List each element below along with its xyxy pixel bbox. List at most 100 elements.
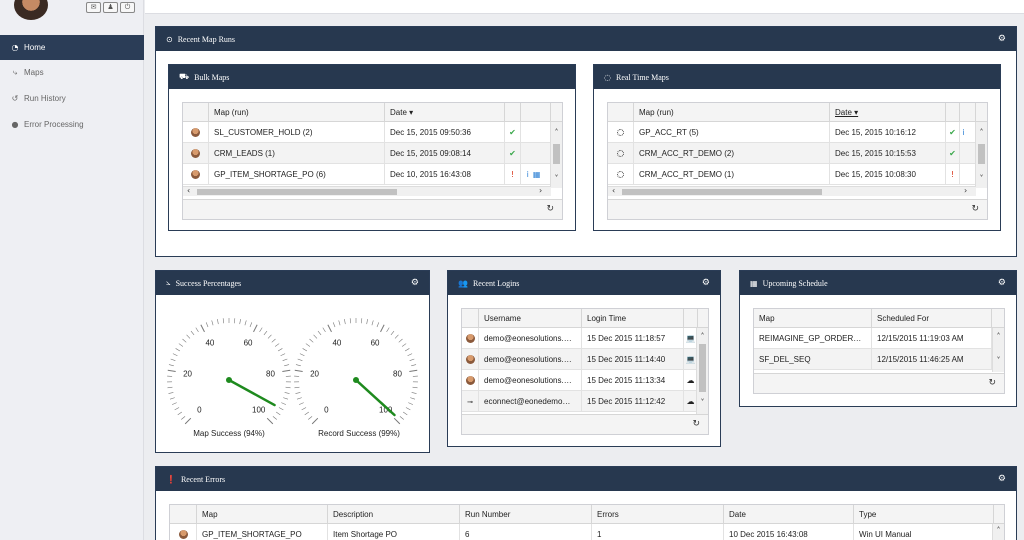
table-row[interactable]: demo@eonesolutions.… 15 Dec 2015 11:18:57… xyxy=(462,328,708,349)
gauge-tick xyxy=(402,411,408,416)
chevron-down-icon[interactable]: ˅ xyxy=(551,174,562,184)
user-icon[interactable]: ♟ xyxy=(103,2,118,13)
gauge-needle xyxy=(227,378,276,407)
success-check-icon[interactable]: ✔ xyxy=(946,143,960,163)
chevron-up-icon[interactable]: ˄ xyxy=(697,332,708,342)
column-header-login-time[interactable]: Login Time xyxy=(582,309,684,327)
gauge-tick xyxy=(175,348,181,352)
gear-icon[interactable]: ⚙ xyxy=(411,278,419,288)
spinner-icon xyxy=(608,164,634,184)
table-row[interactable]: demo@eonesolutions.… 15 Dec 2015 11:13:34… xyxy=(462,370,708,391)
refresh-icon[interactable]: ↻ xyxy=(546,204,554,214)
truck-icon: ⛟ xyxy=(179,72,190,81)
chevron-right-icon[interactable]: › xyxy=(964,186,967,195)
refresh-icon[interactable]: ↻ xyxy=(988,378,996,388)
scroll-thumb[interactable] xyxy=(553,144,560,164)
table-row[interactable]: SL_CUSTOMER_HOLD (2) Dec 15, 2015 09:50:3… xyxy=(183,122,562,143)
chevron-down-icon[interactable]: ˅ xyxy=(976,174,987,184)
sidebar-item-run-history[interactable]: ↺ Run History xyxy=(0,86,144,111)
error-alert-icon[interactable]: ! xyxy=(946,164,960,184)
table-row[interactable]: REIMAGINE_GP_ORDER… 12/15/2015 11:19:03 A… xyxy=(754,328,1004,349)
vertical-scrollbar[interactable]: ˄ ˅ xyxy=(975,122,987,188)
column-header-map[interactable]: Map (run) xyxy=(634,103,830,121)
gauge-tick xyxy=(380,324,385,333)
grid-icon[interactable]: ▦ xyxy=(533,170,541,179)
column-header-errors[interactable]: Errors xyxy=(592,505,724,523)
gauge-label-map-success: Map Success (94%) xyxy=(193,429,265,438)
vertical-scrollbar[interactable]: ˄ ˅ xyxy=(550,122,562,188)
user-avatar-icon xyxy=(183,143,209,163)
table-row[interactable]: SF_DEL_SEQ 12/15/2015 11:46:25 AM xyxy=(754,349,1004,370)
vertical-scrollbar[interactable]: ˄ xyxy=(992,524,1004,540)
column-header-description[interactable]: Description xyxy=(328,505,460,523)
user-avatar-icon xyxy=(462,349,479,369)
chevron-up-icon[interactable]: ˄ xyxy=(551,128,562,138)
chevron-right-icon[interactable]: › xyxy=(539,186,542,195)
sidebar-item-home[interactable]: ◔ Home xyxy=(0,35,144,60)
login-time-cell: 15 Dec 2015 11:13:34 xyxy=(582,370,684,390)
gear-icon[interactable]: ⚙ xyxy=(998,34,1006,44)
gear-icon[interactable]: ⚙ xyxy=(702,278,710,288)
map-name-cell: CRM_ACC_RT_DEMO (1) xyxy=(634,164,830,184)
gauge-tick xyxy=(313,334,318,339)
refresh-icon[interactable]: ↻ xyxy=(692,419,700,429)
info-icon[interactable]: i xyxy=(527,170,529,179)
envelope-icon[interactable]: ✉ xyxy=(86,2,101,13)
column-header-run-number[interactable]: Run Number xyxy=(460,505,592,523)
sidebar-item-error-processing[interactable]: ● Error Processing xyxy=(0,112,144,137)
column-header-scheduled-for[interactable]: Scheduled For xyxy=(872,309,992,327)
table-row[interactable]: CRM_LEADS (1) Dec 15, 2015 09:08:14 ✔ xyxy=(183,143,562,164)
gear-icon[interactable]: ⚙ xyxy=(998,474,1006,484)
gauge-tick xyxy=(409,369,418,373)
vertical-scrollbar[interactable]: ˄ ˅ xyxy=(696,328,708,414)
chevron-up-icon[interactable]: ˄ xyxy=(993,526,1004,536)
info-icon[interactable]: i xyxy=(962,128,964,137)
error-alert-icon[interactable]: ! xyxy=(505,164,521,184)
gauge-tick-label: 80 xyxy=(393,369,402,378)
gauge-tick xyxy=(366,319,368,325)
username-cell: demo@eonesolutions.… xyxy=(479,370,582,390)
scroll-thumb[interactable] xyxy=(699,344,706,392)
table-row[interactable]: GP_ITEM_SHORTAGE_PO (6) Dec 10, 2015 16:4… xyxy=(183,164,562,185)
table-row[interactable]: ⊸ econnect@eonedemo… 15 Dec 2015 11:12:42 ☁ xyxy=(462,391,708,412)
column-header-date[interactable]: Date ▾ xyxy=(385,103,505,121)
column-header-date[interactable]: Date ▾ xyxy=(830,103,946,121)
column-header-map[interactable]: Map xyxy=(754,309,872,327)
chevron-left-icon[interactable]: ‹ xyxy=(612,186,615,195)
gauge-tick xyxy=(295,364,301,367)
chevron-up-icon[interactable]: ˄ xyxy=(976,128,987,138)
table-row[interactable]: GP_ITEM_SHORTAGE_PO Item Shortage PO 6 1 10 … xyxy=(170,524,1004,540)
scroll-thumb[interactable] xyxy=(622,189,822,195)
gear-icon[interactable]: ⚙ xyxy=(998,278,1006,288)
chevron-left-icon[interactable]: ‹ xyxy=(187,186,190,195)
success-check-icon[interactable]: ✔ xyxy=(946,122,960,142)
chevron-up-icon[interactable]: ˄ xyxy=(993,332,1004,342)
horizontal-scrollbar[interactable]: ‹ › xyxy=(608,186,976,196)
chevron-down-icon[interactable]: ˅ xyxy=(697,398,708,408)
column-header-map[interactable]: Map xyxy=(197,505,328,523)
date-cell: Dec 10, 2015 16:43:08 xyxy=(385,164,505,184)
scroll-thumb[interactable] xyxy=(197,189,397,195)
column-header-type[interactable]: Type xyxy=(854,505,994,523)
table-row[interactable]: CRM_ACC_RT_DEMO (1) Dec 15, 2015 10:08:30… xyxy=(608,164,987,185)
table-row[interactable]: GP_ACC_RT (5) Dec 15, 2015 10:16:12 ✔ i xyxy=(608,122,987,143)
success-check-icon[interactable]: ✔ xyxy=(505,122,521,142)
chevron-down-icon[interactable]: ˅ xyxy=(993,356,1004,366)
column-header-username[interactable]: Username xyxy=(479,309,582,327)
scroll-thumb[interactable] xyxy=(978,144,985,164)
refresh-icon[interactable]: ↻ xyxy=(971,204,979,214)
power-icon[interactable]: ⏻ xyxy=(120,2,135,13)
spinner-icon xyxy=(608,143,634,163)
table-row[interactable]: demo@eonesolutions.… 15 Dec 2015 11:14:40… xyxy=(462,349,708,370)
sidebar-item-maps[interactable]: ⤷ Maps xyxy=(0,60,144,85)
column-header-date[interactable]: Date xyxy=(724,505,854,523)
horizontal-scrollbar[interactable]: ‹ › xyxy=(183,186,551,196)
vertical-scrollbar[interactable]: ˄ ˅ xyxy=(992,328,1004,372)
column-header-map[interactable]: Map (run) xyxy=(209,103,385,121)
table-row[interactable]: CRM_ACC_RT_DEMO (2) Dec 15, 2015 10:15:53… xyxy=(608,143,987,164)
sidebar-header-buttons: ✉ ♟ ⏻ xyxy=(86,2,135,13)
gauge-tick xyxy=(294,369,303,373)
avatar[interactable] xyxy=(14,0,48,20)
success-check-icon[interactable]: ✔ xyxy=(505,143,521,163)
gauge-tick xyxy=(217,319,219,325)
